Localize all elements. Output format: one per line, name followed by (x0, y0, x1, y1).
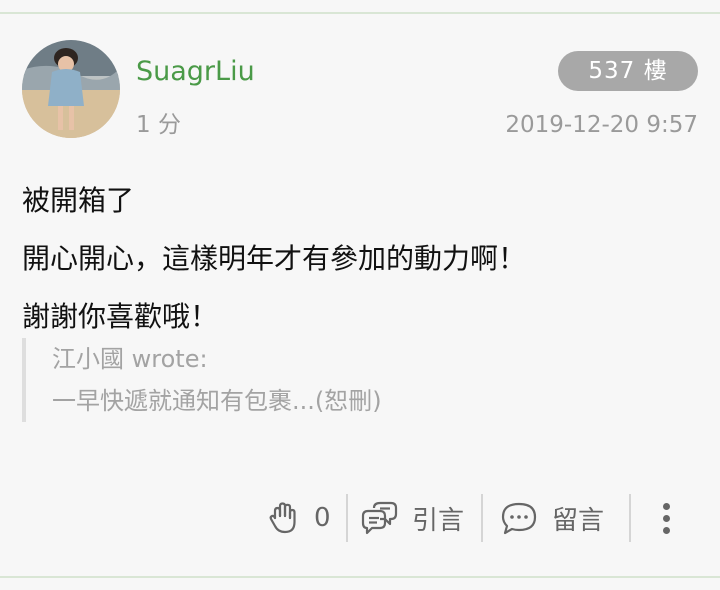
more-button[interactable] (654, 490, 678, 546)
bottom-divider (0, 576, 720, 578)
post-body: 被開箱了 開心開心，這樣明年才有參加的動力啊！ 謝謝你喜歡哦！ (22, 172, 702, 346)
clap-hand-icon (266, 500, 302, 536)
comment-label: 留言 (552, 505, 605, 536)
post-line: 開心開心，這樣明年才有參加的動力啊！ (22, 242, 527, 275)
avatar[interactable] (22, 40, 120, 138)
post-actions: 0 引言 留言 (0, 490, 720, 546)
quote-author: 江小國 wrote: (52, 345, 208, 373)
quote-button[interactable]: 引言 (360, 490, 466, 546)
action-divider (629, 494, 631, 542)
quote-text: 一早快遞就通知有包裹...(恕刪) (52, 387, 382, 415)
more-vertical-icon (662, 500, 670, 536)
top-divider (0, 12, 720, 14)
quote-label: 引言 (412, 505, 465, 536)
author-name[interactable]: SuagrLiu (136, 56, 255, 88)
like-count: 0 (314, 503, 331, 533)
comment-button[interactable]: 留言 (500, 490, 612, 546)
action-divider (481, 494, 483, 542)
post-line: 被開箱了 (22, 184, 135, 217)
time-ago: 1 分 (136, 112, 181, 138)
like-button[interactable]: 0 (266, 490, 336, 546)
floor-badge: 537 樓 (558, 51, 698, 91)
quote-bubble-icon (360, 500, 398, 536)
comment-bubble-icon (500, 500, 538, 536)
quoted-reply: 江小國 wrote: 一早快遞就通知有包裹...(恕刪) (22, 338, 686, 422)
action-divider (346, 494, 348, 542)
post-timestamp: 2019-12-20 9:57 (505, 112, 698, 138)
